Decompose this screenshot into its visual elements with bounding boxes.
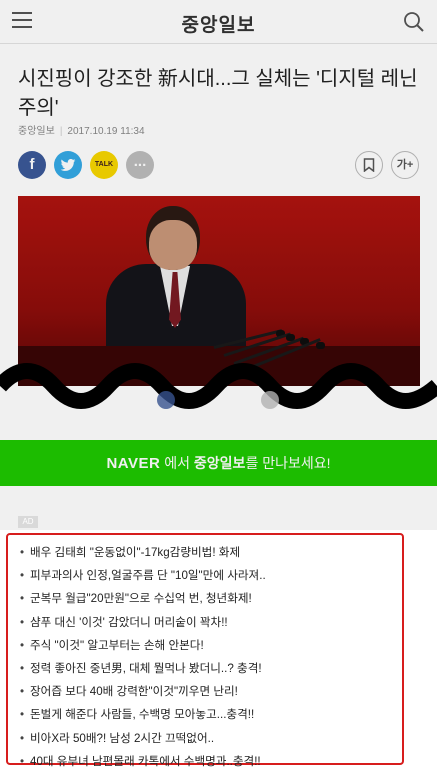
torn-screenshot-edge — [0, 363, 437, 409]
bullet: • — [20, 615, 25, 629]
ad-item-text: 정력 좋아진 중년男, 대체 뭘먹나 봤더니..? 충격! — [30, 661, 262, 675]
bullet: • — [20, 592, 25, 606]
more-icon: ... — [133, 153, 147, 170]
banner-text-rest: 를 만나보세요! — [245, 455, 331, 471]
naver-logo: NAVER — [106, 455, 161, 472]
app-header: 중앙일보 — [0, 0, 437, 44]
ad-item-text: 40대 유부녀 남편몰래 카톡에서 수백명과..충격!! — [30, 754, 261, 768]
ad-item[interactable]: • 주식 "이것" 알고부터는 손해 안본다! — [20, 634, 402, 657]
ad-item-text: 배우 김태희 "운동없이"-17kg감량비법! 화제 — [30, 546, 241, 559]
bookmark-button[interactable] — [355, 151, 383, 179]
ad-item-text: 주식 "이것" 알고부터는 손해 안본다! — [30, 638, 204, 652]
bullet: • — [20, 661, 25, 675]
ad-item[interactable]: • 비아X라 50배?! 남성 2시간 끄떡없어.. — [20, 727, 402, 750]
ad-item[interactable]: • 군복무 월급"20만원"으로 수십억 번, 청년화제! — [20, 587, 402, 610]
photo-person-face — [149, 220, 197, 270]
ad-list: • 배우 김태희 "운동없이"-17kg감량비법! 화제 • 피부과의사 인정,얼굴… — [20, 541, 402, 773]
byline-divider: | — [59, 126, 63, 137]
ad-badge: AD — [18, 516, 38, 528]
banner-brand: 중앙일보 — [193, 455, 246, 471]
bullet: • — [20, 731, 25, 745]
ad-item[interactable]: • 정력 좋아진 중년男, 대체 뭘먹나 봤더니..? 충격! — [20, 657, 402, 680]
ad-item-text: 피부과의사 인정,얼굴주름 단 "10일"만에 사라져.. — [30, 569, 266, 583]
ad-item-text: 군복무 월급"20만원"으로 수십억 번, 청년화제! — [30, 592, 252, 606]
bookmark-icon — [363, 158, 375, 173]
bullet: • — [20, 685, 25, 699]
ad-item[interactable]: • 배우 김태희 "운동없이"-17kg감량비법! 화제 — [20, 541, 402, 564]
naver-promo-banner[interactable]: NAVER 에서 중앙일보를 만나보세요! — [0, 440, 437, 486]
twitter-share-button[interactable] — [54, 151, 82, 179]
more-share-button[interactable]: ... — [126, 151, 154, 179]
bullet: • — [20, 569, 25, 583]
article-byline: 중앙일보 | 2017.10.19 11:34 — [18, 122, 145, 137]
bullet: • — [20, 638, 25, 652]
share-toolbar: f TALK ... 가+ — [18, 151, 423, 179]
article-source[interactable]: 중앙일보 — [18, 126, 55, 137]
search-icon[interactable] — [403, 11, 425, 33]
site-logo[interactable]: 중앙일보 — [0, 10, 437, 37]
bullet: • — [20, 708, 25, 722]
bullet: • — [20, 546, 25, 559]
facebook-share-button[interactable]: f — [18, 151, 46, 179]
ad-item-text: 비아X라 50배?! 남성 2시간 끄떡없어.. — [30, 731, 215, 745]
kakaotalk-icon: TALK — [94, 161, 114, 168]
ad-item[interactable]: • 40대 유부녀 남편몰래 카톡에서 수백명과..충격!! — [20, 750, 402, 773]
ad-item[interactable]: • 샴푸 대신 '이것' 감았더니 머리숱이 꽉차!! — [20, 611, 402, 634]
kakaotalk-share-button[interactable]: TALK — [90, 151, 118, 179]
font-size-button[interactable]: 가+ — [391, 151, 419, 179]
bullet: • — [20, 754, 25, 768]
banner-text-middle: 에서 — [160, 455, 194, 471]
article-title: 시진핑이 강조한 新시대...그 실체는 '디지털 레닌주의' — [18, 68, 418, 119]
ad-item-text: 샴푸 대신 '이것' 감았더니 머리숱이 꽉차!! — [30, 615, 228, 629]
ad-item-text: 돈벌게 해준다 사람들, 수백명 모아놓고...충격!! — [30, 708, 255, 722]
ad-item[interactable]: • 돈벌게 해준다 사람들, 수백명 모아놓고...충격!! — [20, 703, 402, 726]
ad-link-list: • 배우 김태희 "운동없이"-17kg감량비법! 화제 • 피부과의사 인정,얼굴… — [6, 533, 404, 768]
ad-item[interactable]: • 피부과의사 인정,얼굴주름 단 "10일"만에 사라져.. — [20, 564, 402, 587]
article-date: 2017.10.19 11:34 — [67, 126, 145, 137]
twitter-icon — [60, 159, 76, 171]
ad-item[interactable]: • 장어즙 보다 40배 강력한"이것"끼우면 난리! — [20, 680, 402, 703]
facebook-icon: f — [29, 156, 35, 173]
ad-item-text: 장어즙 보다 40배 강력한"이것"끼우면 난리! — [30, 685, 238, 699]
